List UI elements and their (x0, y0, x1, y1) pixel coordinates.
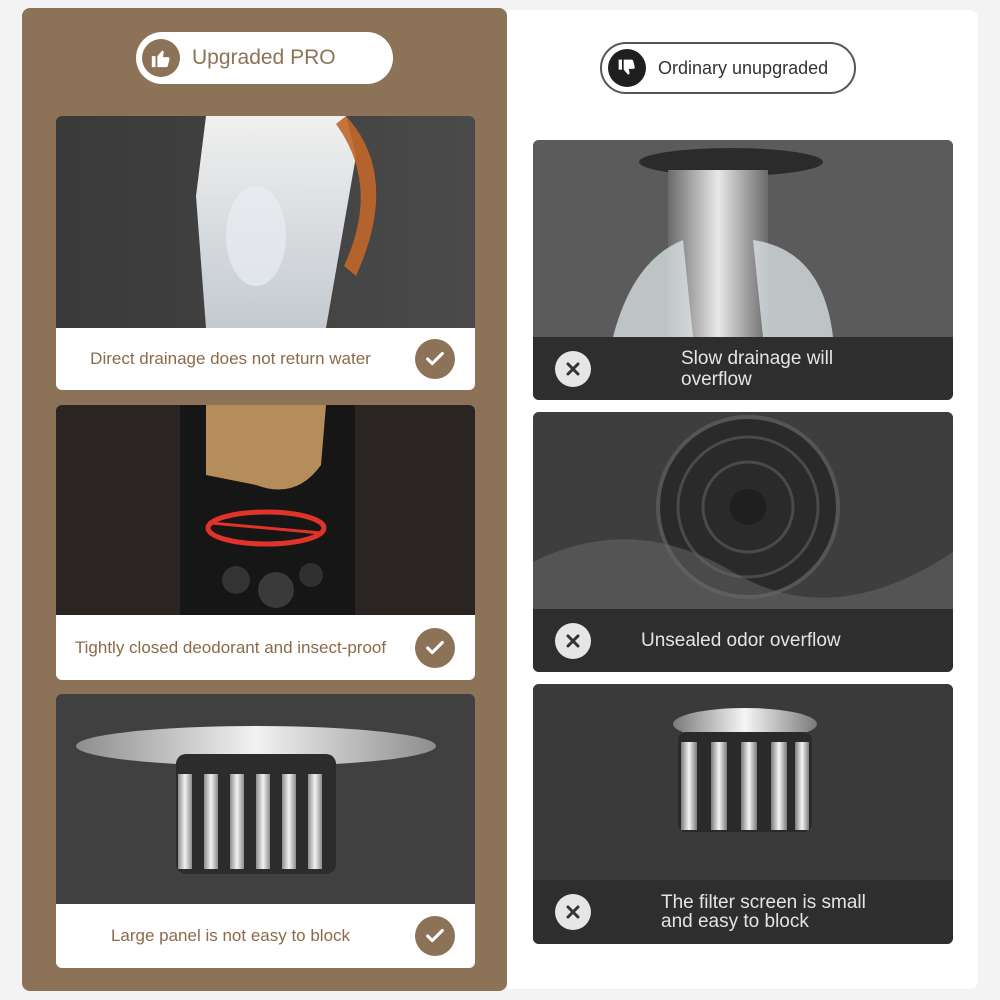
caption-bar: The filter screen is small and easy to b… (533, 880, 953, 944)
upgraded-card-drainage: Direct drainage does not return water (56, 116, 475, 390)
caption-bar: Direct drainage does not return water (56, 328, 475, 390)
drainage-photo (56, 116, 475, 328)
caption-text: Unsealed odor overflow (607, 630, 953, 651)
upgraded-card-seal: Tightly closed deodorant and insect-proo… (56, 405, 475, 680)
ordinary-card-odor: Unsealed odor overflow (533, 412, 953, 672)
caption-text: Large panel is not easy to block (110, 926, 351, 945)
ordinary-card-overflow: Slow drainage will overflow (533, 140, 953, 400)
x-icon (555, 350, 591, 387)
ordinary-badge: Ordinary unupgraded (600, 42, 856, 94)
caption-bar: Large panel is not easy to block (56, 904, 475, 968)
caption-text: Slow drainage will overflow (607, 348, 953, 390)
caption-bar: Slow drainage will overflow (533, 337, 953, 400)
large-panel-photo (56, 694, 475, 904)
caption-bar: Unsealed odor overflow (533, 609, 953, 672)
check-icon (415, 339, 455, 379)
caption-text: Direct drainage does not return water (90, 349, 371, 368)
thumbs-down-icon (608, 49, 646, 87)
caption-line-1: The filter screen is small (661, 892, 866, 913)
caption-line-1: Slow drainage will (681, 347, 834, 369)
caption-text: The filter screen is small and easy to b… (607, 893, 953, 931)
x-icon (555, 894, 591, 930)
upgraded-card-panel: Large panel is not easy to block (56, 694, 475, 968)
caption-bar: Tightly closed deodorant and insect-proo… (56, 615, 475, 680)
caption-text: Tightly closed deodorant and insect-proo… (74, 637, 387, 657)
upgraded-badge: Upgraded PRO (136, 32, 393, 84)
check-icon (415, 627, 455, 668)
upgraded-badge-label: Upgraded PRO (192, 46, 336, 69)
seal-photo (56, 405, 475, 615)
odor-photo (533, 412, 953, 609)
ordinary-card-filter: The filter screen is small and easy to b… (533, 684, 953, 944)
caption-line-2: overflow (681, 368, 752, 390)
ordinary-badge-label: Ordinary unupgraded (658, 57, 829, 78)
overflow-photo (533, 140, 953, 337)
x-icon (555, 622, 591, 659)
caption-line-2: and easy to block (661, 911, 809, 932)
check-icon (415, 916, 455, 956)
thumbs-up-icon (142, 39, 180, 77)
caption-line-1: Unsealed odor overflow (641, 630, 841, 651)
small-filter-photo (533, 684, 953, 880)
